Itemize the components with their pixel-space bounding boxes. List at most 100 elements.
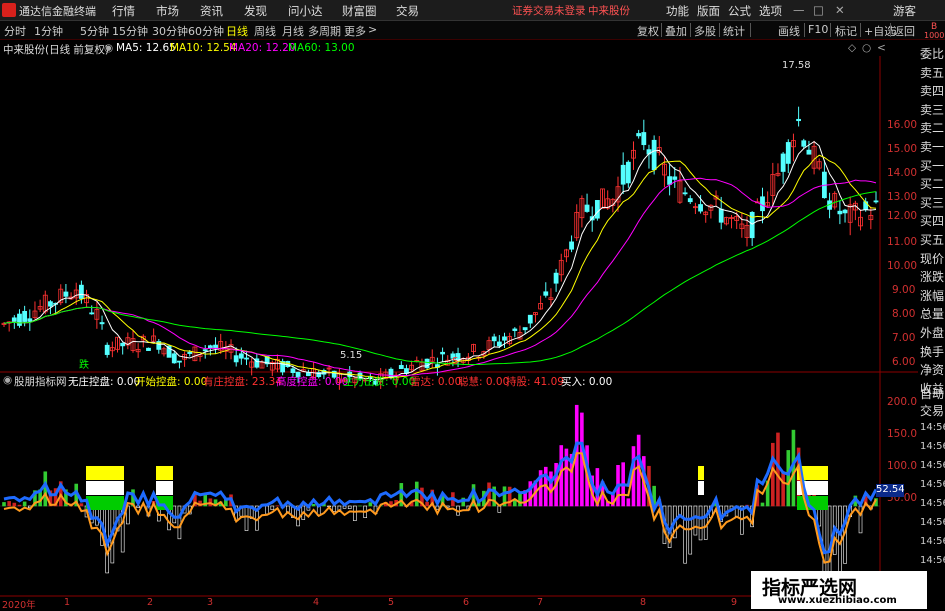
- quote-field-1: 卖五: [920, 64, 944, 81]
- btn-back[interactable]: 返回: [893, 23, 915, 39]
- ind-field-smart: 聪慧: 0.00: [458, 374, 509, 389]
- indicator-bar: [415, 482, 418, 506]
- candle-body: [797, 119, 801, 120]
- candle-body: [668, 177, 672, 185]
- menu-wealth-circle[interactable]: 财富圈: [342, 3, 377, 19]
- x-tick: 6: [463, 597, 469, 608]
- candle-body: [48, 302, 52, 306]
- circle-icon[interactable]: ○: [862, 42, 871, 54]
- menu-formula[interactable]: 公式: [728, 3, 751, 19]
- candle-body: [399, 365, 403, 368]
- indicator-bar: [771, 443, 774, 506]
- menu-options[interactable]: 选项: [759, 3, 782, 19]
- candle-body: [688, 199, 692, 202]
- diamond-icon[interactable]: ◇: [848, 42, 856, 54]
- candle-body: [513, 329, 517, 331]
- candle-body: [12, 318, 16, 321]
- tab-weekly[interactable]: 周线: [254, 23, 276, 39]
- ma5-label: MA5: 12.65: [116, 42, 176, 54]
- tab-multi-period[interactable]: 多周期: [308, 23, 341, 39]
- ind-field-distribution: 主力出货: 0.00: [343, 374, 415, 389]
- x-tick: 4: [313, 597, 319, 608]
- candle-body: [23, 311, 27, 321]
- menu-market[interactable]: 市场: [156, 3, 179, 19]
- candle-body: [642, 133, 646, 145]
- candle-body: [585, 205, 589, 211]
- tab-60min[interactable]: 60分钟: [188, 23, 224, 39]
- ind-field-high-control: 高度控盘: 0.00: [276, 374, 348, 389]
- menu-bar: 通达信金融终端 行情 市场 资讯 发现 问小达 财富圈 交易 证券交易未登录 中…: [0, 0, 945, 21]
- maximize-icon[interactable]: □: [813, 3, 824, 17]
- indicator-name: 股朋指标网: [14, 374, 67, 389]
- signal-s-marker: S: [452, 356, 458, 367]
- btn-mark[interactable]: 标记: [835, 23, 857, 39]
- menu-layout[interactable]: 版面: [697, 3, 720, 19]
- collapse-chevron-icon[interactable]: <: [877, 42, 886, 54]
- indicator-bar: [353, 506, 356, 521]
- btn-f10[interactable]: F10: [808, 23, 828, 36]
- candle-body: [626, 162, 630, 183]
- tab-monthly[interactable]: 月线: [282, 23, 304, 39]
- candle-body: [502, 337, 506, 340]
- close-icon[interactable]: ✕: [835, 3, 845, 17]
- trade-label[interactable]: 交易: [920, 402, 944, 419]
- btn-adjust[interactable]: 复权: [637, 23, 659, 39]
- candle-body: [203, 350, 207, 351]
- tab-30min[interactable]: 30分钟: [152, 23, 188, 39]
- indicator-bar: [80, 504, 83, 506]
- more-chevron-icon[interactable]: >: [368, 23, 377, 36]
- divider: [690, 23, 691, 37]
- tab-daily[interactable]: 日线: [226, 23, 248, 39]
- candle-body: [637, 134, 641, 136]
- trade-login-warning[interactable]: 证券交易未登录: [512, 3, 586, 18]
- signal-block: [156, 481, 173, 495]
- tab-timeshare[interactable]: 分时: [4, 23, 26, 39]
- btn-multi-stock[interactable]: 多股: [694, 23, 716, 39]
- auto-label[interactable]: 自动: [920, 385, 944, 402]
- trade-time: 14:56: [920, 498, 945, 509]
- menu-quotes[interactable]: 行情: [112, 3, 135, 19]
- menu-function[interactable]: 功能: [666, 3, 689, 19]
- chart-title: 中来股份(日线 前复权): [3, 42, 109, 57]
- indicator-bar: [8, 501, 11, 506]
- tab-15min[interactable]: 15分钟: [112, 23, 148, 39]
- candle-body: [105, 345, 109, 354]
- candle-body: [239, 354, 243, 358]
- stock-name-header: 中来股份: [588, 3, 630, 18]
- indicator-bar: [426, 502, 429, 506]
- quote-field-15: 外盘: [920, 324, 944, 341]
- btn-draw-line[interactable]: 画线: [778, 23, 800, 39]
- y-tick: 9.00: [892, 284, 915, 296]
- ind-field-start-control: 开始控盘: 0.00: [135, 374, 207, 389]
- tab-more[interactable]: 更多: [344, 23, 366, 39]
- low-price-label: 5.15: [340, 350, 362, 361]
- indicator-settings-icon[interactable]: ◉: [3, 374, 12, 386]
- menu-trade[interactable]: 交易: [396, 3, 419, 19]
- indicator-bar: [369, 503, 372, 506]
- candle-body: [544, 292, 548, 295]
- app-logo-icon: [2, 3, 16, 17]
- tab-1min[interactable]: 1分钟: [34, 23, 63, 39]
- btn-overlay[interactable]: 叠加: [665, 23, 687, 39]
- divider: [750, 23, 751, 37]
- y-tick: 16.00: [887, 119, 917, 131]
- tab-5min[interactable]: 5分钟: [80, 23, 109, 39]
- candle-body: [492, 337, 496, 341]
- quote-field-8: 买三: [920, 194, 944, 211]
- kline-chart[interactable]: [0, 56, 918, 609]
- candle-body: [146, 348, 150, 350]
- candle-body: [807, 150, 811, 154]
- indicator-bar: [518, 494, 521, 506]
- quote-field-17: 净资: [920, 361, 944, 378]
- menu-discover[interactable]: 发现: [244, 3, 267, 19]
- ma10-label: MA10: 12.54: [170, 42, 237, 54]
- menu-news[interactable]: 资讯: [200, 3, 223, 19]
- settings-dot-icon[interactable]: ◉: [104, 42, 113, 54]
- indicator-bar: [704, 506, 707, 539]
- signal-block: [698, 466, 704, 480]
- btn-statistics[interactable]: 统计: [723, 23, 745, 39]
- candle-body: [554, 273, 558, 283]
- guest-user[interactable]: 游客: [893, 3, 916, 19]
- minimize-icon[interactable]: —: [793, 3, 805, 17]
- menu-ask[interactable]: 问小达: [288, 3, 323, 19]
